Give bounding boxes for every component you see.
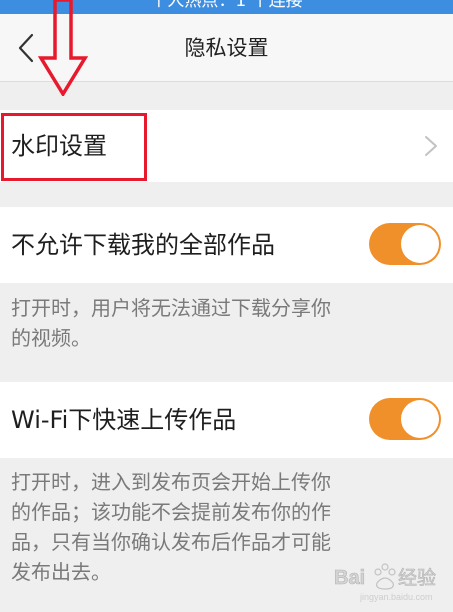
description-line: 品，只有当你确认发布后作品才可能 [11, 530, 331, 554]
no-download-description: 打开时，用户将无法通过下载分享你 的视频。 [11, 293, 441, 353]
no-download-row: 不允许下载我的全部作品 [0, 207, 453, 283]
toggle-knob [401, 400, 439, 438]
wifi-upload-description: 打开时，进入到发布页会开始上传你 的作品；该功能不会提前发布你的作 品，只有当你… [11, 467, 441, 587]
navigation-bar: 隐私设置 [0, 14, 453, 82]
no-download-toggle[interactable] [369, 223, 441, 265]
annotation-highlight-box [1, 113, 147, 181]
description-line: 打开时，进入到发布页会开始上传你 [11, 470, 331, 494]
no-download-label: 不允许下载我的全部作品 [11, 231, 275, 259]
description-line: 的视频。 [11, 326, 91, 350]
description-line: 的作品；该功能不会提前发布你的作 [11, 500, 331, 524]
chevron-right-icon [425, 136, 437, 156]
page-title: 隐私设置 [184, 36, 269, 60]
wifi-upload-toggle[interactable] [369, 398, 441, 440]
svg-text:jingyan.baidu.com: jingyan.baidu.com [359, 592, 433, 602]
toggle-knob [401, 225, 439, 263]
hotspot-status-bar[interactable]: 个人热点：1 个连接 [0, 0, 453, 14]
wifi-upload-label: Wi-Fi下快速上传作品 [11, 406, 237, 434]
description-line: 打开时，用户将无法通过下载分享你 [11, 296, 331, 320]
description-line: 发布出去。 [11, 560, 111, 584]
back-button[interactable] [8, 28, 44, 68]
chevron-left-icon [18, 33, 34, 63]
wifi-upload-row: Wi-Fi下快速上传作品 [0, 382, 453, 458]
hotspot-status-text: 个人热点：1 个连接 [150, 0, 303, 11]
